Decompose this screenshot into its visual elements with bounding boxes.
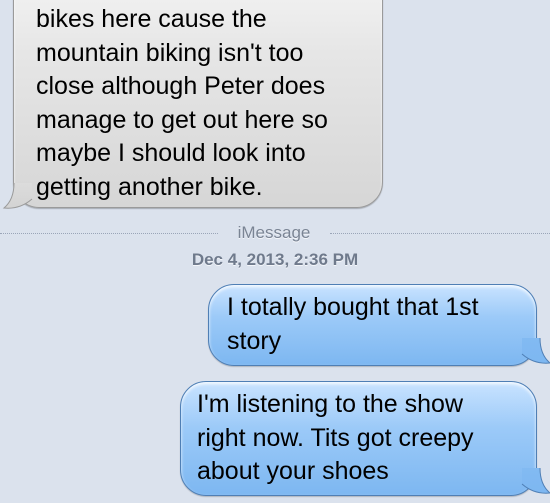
service-label: iMessage	[237, 223, 311, 242]
incoming-message-bubble[interactable]: bikes here cause the mountain biking isn…	[13, 0, 383, 208]
message-text: bikes here cause the mountain biking isn…	[36, 3, 370, 204]
incoming-bubble-tail	[2, 183, 33, 209]
message-line: about your shoes	[197, 457, 389, 485]
message-line: manage to get out here so	[36, 105, 328, 134]
message-line: I totally bought that 1st	[227, 293, 479, 321]
message-line: I'm listening to the show	[197, 390, 464, 418]
outgoing-bubble-tail	[521, 338, 550, 364]
message-line: story	[227, 326, 282, 355]
message-thread[interactable]: bikes here cause the mountain biking isn…	[0, 0, 550, 503]
message-line: right now. Tits got creepy	[197, 423, 474, 452]
message-line: getting another bike.	[36, 172, 263, 201]
outgoing-message-bubble[interactable]: I totally bought that 1st story	[208, 284, 537, 366]
timestamp: Dec 4, 2013, 2:36 PM	[191, 250, 359, 269]
divider-line-left	[0, 233, 218, 234]
divider-line-right	[330, 233, 550, 234]
message-line: mountain biking isn't too	[36, 38, 304, 67]
message-text: I totally bought that 1st story	[227, 291, 524, 358]
message-text: I'm listening to the show right now. Tit…	[197, 388, 526, 489]
message-line: close although Peter does	[36, 72, 326, 100]
message-line: maybe I should look into	[36, 139, 306, 167]
message-line: bikes here cause the	[36, 5, 267, 33]
outgoing-message-bubble[interactable]: I'm listening to the show right now. Tit…	[180, 381, 537, 496]
outgoing-bubble-tail	[521, 468, 550, 494]
